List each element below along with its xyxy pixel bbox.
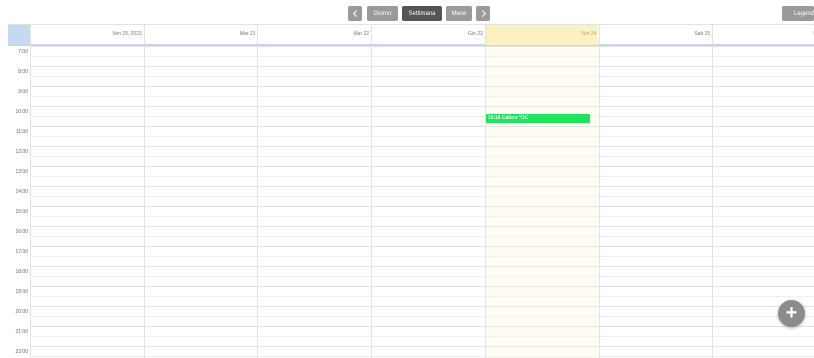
- day-header[interactable]: Sab 25: [598, 25, 713, 45]
- hour-line: [30, 46, 814, 47]
- day-column-divider: [30, 46, 31, 358]
- day-header[interactable]: Dom: [712, 25, 814, 45]
- time-label: 8:00: [18, 69, 28, 75]
- hour-line: [30, 246, 814, 247]
- time-label: 22:00: [15, 349, 28, 355]
- half-hour-line: [30, 276, 814, 277]
- hour-line: [30, 126, 814, 127]
- prev-button[interactable]: [348, 6, 362, 21]
- day-header[interactable]: Ven 23, 2023: [30, 25, 144, 45]
- half-hour-line: [30, 156, 814, 157]
- chevron-right-icon: [478, 9, 486, 18]
- half-hour-line: [30, 116, 814, 117]
- half-hour-line: [30, 136, 814, 137]
- time-label: 18:00: [15, 269, 28, 275]
- half-hour-line: [30, 256, 814, 257]
- half-hour-line: [30, 236, 814, 237]
- hour-line: [30, 146, 814, 147]
- view-month-button[interactable]: Mese: [446, 6, 472, 21]
- day-column-divider: [712, 46, 714, 358]
- view-day-button[interactable]: Giorno: [367, 6, 398, 21]
- time-label: 13:00: [15, 169, 28, 175]
- hour-line: [30, 346, 814, 347]
- calendar-event[interactable]: 10:15 Calore *OC: [485, 114, 590, 123]
- view-week-button[interactable]: Settimana: [402, 6, 442, 21]
- half-hour-line: [30, 176, 814, 177]
- time-label: 11:00: [15, 129, 28, 135]
- hour-line: [30, 226, 814, 227]
- time-label: 17:00: [15, 249, 28, 255]
- time-label: 12:00: [15, 149, 28, 155]
- time-label: 10:00: [15, 109, 28, 115]
- half-hour-line: [30, 56, 814, 57]
- day-header[interactable]: Gio 23: [371, 25, 485, 45]
- add-event-button[interactable]: +: [778, 300, 805, 327]
- legend-button[interactable]: Legend: [782, 6, 814, 21]
- today-column: [484, 46, 599, 358]
- time-label: 14:00: [15, 189, 28, 195]
- day-header[interactable]: Mar 21: [143, 25, 258, 45]
- hour-line: [30, 266, 814, 267]
- day-header[interactable]: Ven 24: [484, 25, 599, 45]
- day-column-divider: [143, 46, 145, 358]
- hour-line: [30, 166, 814, 167]
- half-hour-line: [30, 196, 814, 197]
- chevron-left-icon: [352, 9, 360, 18]
- half-hour-line: [30, 76, 814, 77]
- time-label: 9:00: [18, 89, 28, 95]
- half-hour-line: [30, 296, 814, 297]
- day-column-divider: [371, 46, 373, 358]
- day-column-divider: [257, 46, 259, 358]
- hour-line: [30, 186, 814, 187]
- day-column-divider: [484, 46, 486, 358]
- half-hour-line: [30, 316, 814, 317]
- calendar-toolbar: Giorno Settimana Mese Legend: [0, 0, 814, 24]
- day-column-divider: [598, 46, 600, 358]
- time-label: 20:00: [15, 309, 28, 315]
- time-label: 7:00: [18, 49, 28, 55]
- half-hour-line: [30, 216, 814, 217]
- hour-line: [30, 326, 814, 327]
- day-header[interactable]: Mar 22: [257, 25, 371, 45]
- hour-line: [30, 286, 814, 287]
- header-corner: [8, 25, 30, 45]
- next-button[interactable]: [476, 6, 490, 21]
- time-label: 21:00: [15, 329, 28, 335]
- hour-line: [30, 306, 814, 307]
- day-header-row: Ven 23, 2023 Mar 21 Mar 22 Gio 23 Ven 24 Sab …: [8, 24, 814, 46]
- hour-line: [30, 106, 814, 107]
- hour-line: [30, 66, 814, 67]
- half-hour-line: [30, 336, 814, 337]
- plus-icon: +: [785, 302, 798, 324]
- time-column: 7:00 8:00 9:00 10:00 11:00 12:00 13:00 14:00 15:…: [8, 46, 30, 358]
- hour-line: [30, 86, 814, 87]
- half-hour-line: [30, 96, 814, 97]
- time-label: 15:00: [15, 209, 28, 215]
- week-calendar: Ven 23, 2023 Mar 21 Mar 22 Gio 23 Ven 24 Sab …: [8, 24, 814, 358]
- time-grid[interactable]: 7:00 8:00 9:00 10:00 11:00 12:00 13:00 14:00 15:…: [8, 46, 814, 358]
- time-label: 16:00: [15, 229, 28, 235]
- hour-line: [30, 206, 814, 207]
- time-label: 19:00: [15, 289, 28, 295]
- half-hour-line: [30, 356, 814, 357]
